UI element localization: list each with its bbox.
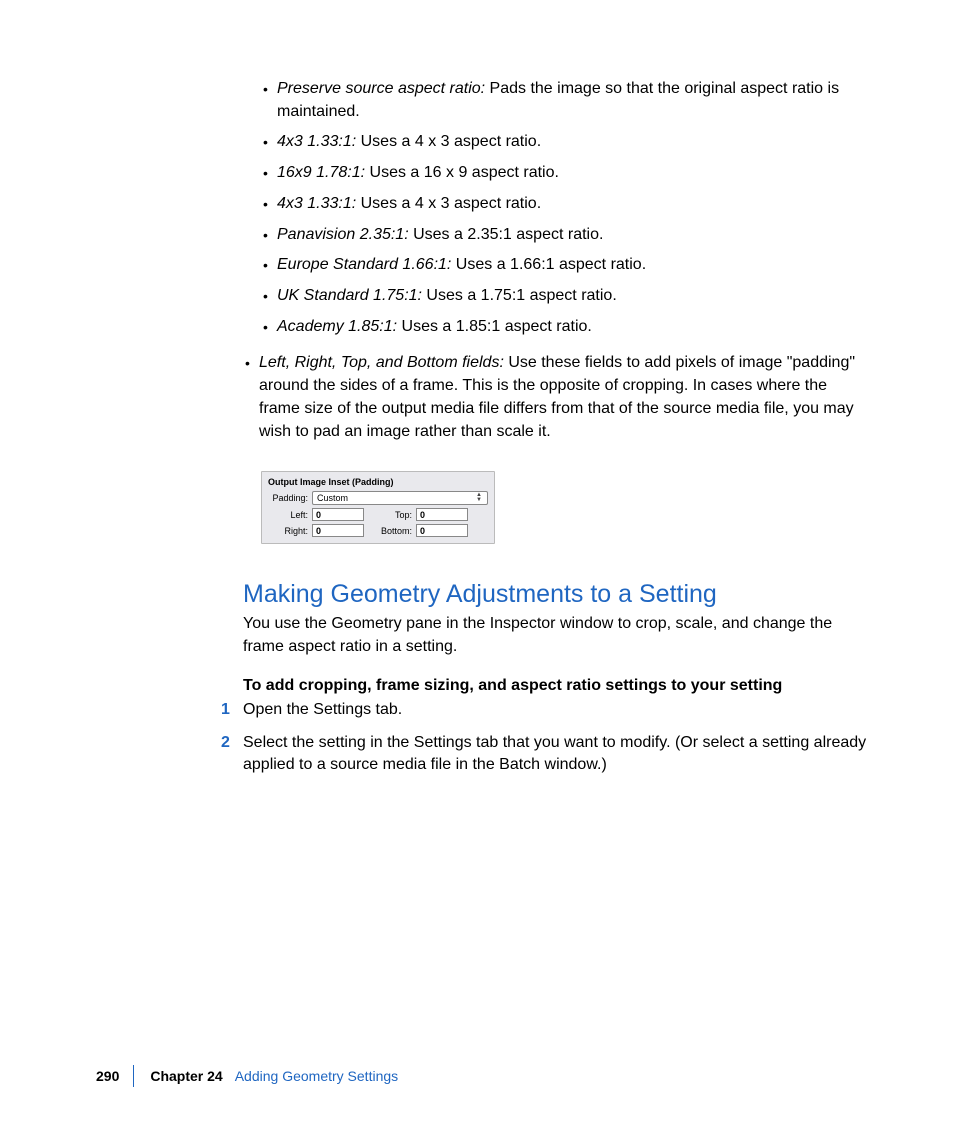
term: Academy 1.85:1: bbox=[277, 318, 397, 335]
description: Uses a 1.66:1 aspect ratio. bbox=[451, 256, 646, 273]
left-field[interactable]: 0 bbox=[312, 508, 364, 521]
right-bottom-row: Right: 0 Bottom: 0 bbox=[268, 524, 488, 537]
procedure-lead: To add cropping, frame sizing, and aspec… bbox=[243, 677, 868, 695]
page-content: Preserve source aspect ratio: Pads the i… bbox=[243, 78, 868, 787]
page-footer: 290 Chapter 24 Adding Geometry Settings bbox=[96, 1065, 398, 1087]
description: Uses a 4 x 3 aspect ratio. bbox=[356, 133, 541, 150]
aspect-ratio-list: Preserve source aspect ratio: Pads the i… bbox=[243, 78, 868, 338]
term: Panavision 2.35:1: bbox=[277, 226, 409, 243]
procedure-steps: 1Open the Settings tab. 2Select the sett… bbox=[243, 699, 868, 777]
padding-dropdown[interactable]: Custom ▲▼ bbox=[312, 491, 488, 505]
list-item: 16x9 1.78:1: Uses a 16 x 9 aspect ratio. bbox=[277, 162, 868, 185]
chevron-up-down-icon: ▲▼ bbox=[475, 493, 483, 503]
panel-title: Output Image Inset (Padding) bbox=[268, 477, 488, 487]
bottom-label: Bottom: bbox=[378, 526, 416, 536]
top-field[interactable]: 0 bbox=[416, 508, 468, 521]
description: Uses a 4 x 3 aspect ratio. bbox=[356, 195, 541, 212]
list-item: Europe Standard 1.66:1: Uses a 1.66:1 as… bbox=[277, 254, 868, 277]
output-image-inset-panel: Output Image Inset (Padding) Padding: Cu… bbox=[261, 471, 495, 544]
step-number: 1 bbox=[221, 699, 230, 722]
step-item: 2Select the setting in the Settings tab … bbox=[243, 732, 868, 777]
list-item: Academy 1.85:1: Uses a 1.85:1 aspect rat… bbox=[277, 316, 868, 339]
chapter-title: Adding Geometry Settings bbox=[235, 1068, 398, 1084]
page-number: 290 bbox=[96, 1068, 119, 1084]
term: Preserve source aspect ratio: bbox=[277, 80, 485, 97]
padding-value: Custom bbox=[317, 493, 348, 503]
description: Uses a 16 x 9 aspect ratio. bbox=[365, 164, 559, 181]
term: 16x9 1.78:1: bbox=[277, 164, 365, 181]
footer-divider bbox=[133, 1065, 134, 1087]
step-item: 1Open the Settings tab. bbox=[243, 699, 868, 722]
bottom-field[interactable]: 0 bbox=[416, 524, 468, 537]
list-item: Preserve source aspect ratio: Pads the i… bbox=[277, 78, 868, 123]
list-item: 4x3 1.33:1: Uses a 4 x 3 aspect ratio. bbox=[277, 131, 868, 154]
term: 4x3 1.33:1: bbox=[277, 133, 356, 150]
term: Left, Right, Top, and Bottom fields: bbox=[259, 354, 504, 371]
right-field[interactable]: 0 bbox=[312, 524, 364, 537]
document-page: Preserve source aspect ratio: Pads the i… bbox=[0, 0, 954, 1145]
list-item: 4x3 1.33:1: Uses a 4 x 3 aspect ratio. bbox=[277, 193, 868, 216]
description: Uses a 1.85:1 aspect ratio. bbox=[397, 318, 592, 335]
list-item: Left, Right, Top, and Bottom fields: Use… bbox=[259, 352, 868, 443]
right-label: Right: bbox=[268, 526, 312, 536]
list-item: Panavision 2.35:1: Uses a 2.35:1 aspect … bbox=[277, 224, 868, 247]
chapter-label: Chapter 24 bbox=[150, 1068, 222, 1084]
step-text: Select the setting in the Settings tab t… bbox=[243, 734, 866, 774]
section-body: You use the Geometry pane in the Inspect… bbox=[243, 613, 868, 658]
left-label: Left: bbox=[268, 510, 312, 520]
left-top-row: Left: 0 Top: 0 bbox=[268, 508, 488, 521]
top-label: Top: bbox=[378, 510, 416, 520]
term: 4x3 1.33:1: bbox=[277, 195, 356, 212]
term: UK Standard 1.75:1: bbox=[277, 287, 422, 304]
description: Uses a 2.35:1 aspect ratio. bbox=[409, 226, 604, 243]
step-text: Open the Settings tab. bbox=[243, 701, 402, 718]
section-heading: Making Geometry Adjustments to a Setting bbox=[243, 580, 868, 609]
description: Uses a 1.75:1 aspect ratio. bbox=[422, 287, 617, 304]
padding-label: Padding: bbox=[268, 493, 312, 503]
list-item: UK Standard 1.75:1: Uses a 1.75:1 aspect… bbox=[277, 285, 868, 308]
step-number: 2 bbox=[221, 732, 230, 755]
term: Europe Standard 1.66:1: bbox=[277, 256, 451, 273]
padding-row: Padding: Custom ▲▼ bbox=[268, 491, 488, 505]
padding-fields-list: Left, Right, Top, and Bottom fields: Use… bbox=[243, 352, 868, 443]
